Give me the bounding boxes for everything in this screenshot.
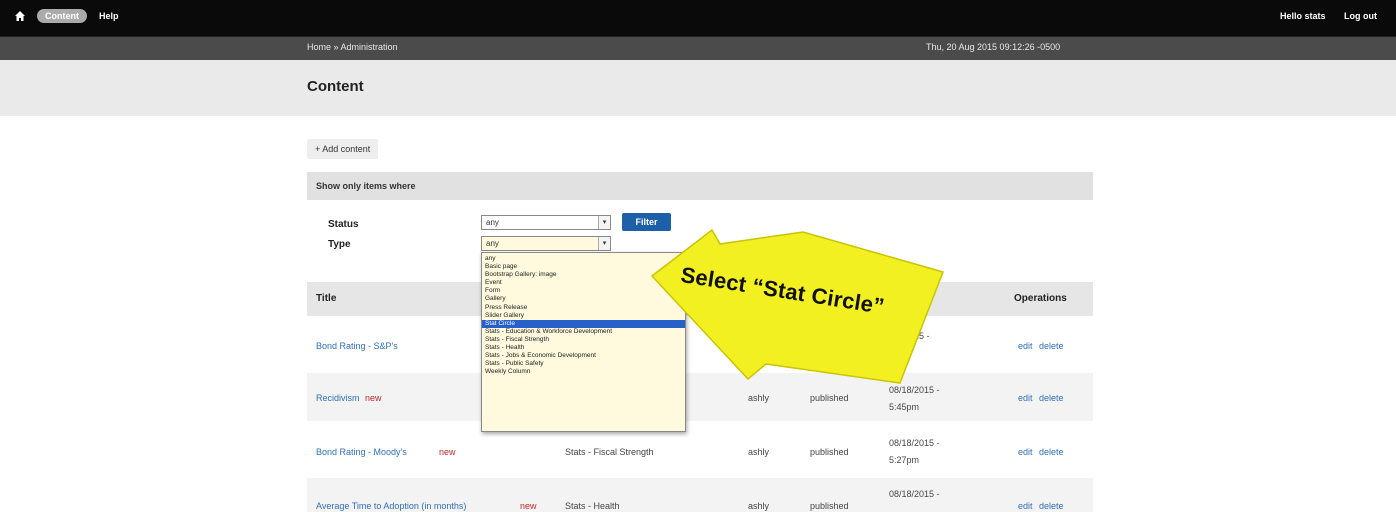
table-row: Bond Rating - S&P's 2015 - m edit delete (307, 322, 1093, 370)
new-badge: new (439, 447, 456, 457)
type-option[interactable]: Weekly Column (482, 368, 685, 376)
home-icon[interactable] (14, 10, 26, 22)
delete-link[interactable]: delete (1039, 447, 1064, 457)
type-label: Type (328, 239, 351, 250)
row-updated-time: 5:27pm (889, 455, 920, 465)
edit-link[interactable]: edit (1018, 393, 1033, 403)
page-header: Content (0, 60, 1396, 116)
status-label: Status (328, 219, 359, 230)
type-option[interactable]: Slider Gallery (482, 312, 685, 320)
breadcrumb-bar: Home » Administration Thu, 20 Aug 2015 0… (0, 36, 1396, 60)
page-title: Content (307, 78, 364, 95)
type-option[interactable]: Stats - Public Safety (482, 360, 685, 368)
add-content-button[interactable]: + Add content (307, 139, 379, 159)
row-author[interactable]: ashly (748, 447, 769, 457)
toolbar-item-content[interactable]: Content (37, 9, 87, 23)
column-operations: Operations (1014, 293, 1067, 304)
type-option[interactable]: any (482, 255, 685, 263)
status-select[interactable]: any ▾ (481, 215, 611, 230)
user-greeting-link[interactable]: Hello stats (1280, 9, 1326, 23)
delete-link[interactable]: delete (1039, 393, 1064, 403)
type-option[interactable]: Bootstrap Gallery: image (482, 271, 685, 279)
row-author[interactable]: ashly (748, 501, 769, 511)
type-option[interactable]: Stats - Education & Workforce Developmen… (482, 328, 685, 336)
row-title-link[interactable]: Bond Rating - S&P's (316, 341, 398, 351)
row-updated: 08/18/2015 - (889, 385, 940, 395)
edit-link[interactable]: edit (1018, 341, 1033, 351)
filter-heading: Show only items where (307, 172, 1093, 200)
table-row: Bond Rating - Moody's new Stats - Fiscal… (307, 427, 1093, 475)
type-option[interactable]: Press Release (482, 304, 685, 312)
breadcrumb[interactable]: Home » Administration (307, 42, 398, 52)
type-select-value: any (486, 239, 499, 248)
row-status: published (810, 501, 849, 511)
row-updated: 2015 - (904, 331, 930, 341)
table-row: Recidivism new ashly published 08/18/201… (307, 373, 1093, 421)
edit-link[interactable]: edit (1018, 447, 1033, 457)
column-updated[interactable]: Updated (893, 293, 933, 304)
row-status: published (810, 393, 849, 403)
row-updated-time: 5:45pm (889, 402, 920, 412)
table-row: Average Time to Adoption (in months) new… (307, 478, 1093, 512)
row-status: published (810, 447, 849, 457)
row-author[interactable]: ashly (748, 393, 769, 403)
type-option[interactable]: Form (482, 287, 685, 295)
toolbar-item-help[interactable]: Help (99, 9, 119, 23)
column-title[interactable]: Title (316, 293, 336, 304)
current-datetime: Thu, 20 Aug 2015 09:12:26 -0500 (926, 42, 1061, 52)
row-type: Stats - Health (565, 501, 620, 511)
row-updated: 08/18/2015 - (889, 489, 940, 499)
type-option[interactable]: Basic page (482, 263, 685, 271)
row-title-link[interactable]: Bond Rating - Moody's (316, 447, 407, 457)
delete-link[interactable]: delete (1039, 341, 1064, 351)
status-select-value: any (486, 218, 499, 227)
new-badge: new (365, 393, 382, 403)
type-option-selected[interactable]: Stat Circle (482, 319, 685, 328)
type-dropdown-list[interactable]: any Basic page Bootstrap Gallery: image … (481, 252, 686, 432)
type-option[interactable]: Gallery (482, 295, 685, 303)
row-title-link[interactable]: Recidivism (316, 393, 360, 403)
type-option[interactable]: Event (482, 279, 685, 287)
row-updated-time: m (904, 349, 912, 359)
new-badge: new (520, 501, 537, 511)
admin-toolbar: Content Help Hello stats Log out (0, 0, 1396, 36)
type-option[interactable]: Stats - Jobs & Economic Development (482, 352, 685, 360)
row-title-link[interactable]: Average Time to Adoption (in months) (316, 501, 466, 511)
type-option[interactable]: Stats - Health (482, 344, 685, 352)
type-select[interactable]: any ▾ (481, 236, 611, 251)
type-option[interactable]: Stats - Fiscal Strength (482, 336, 685, 344)
row-type: Stats - Fiscal Strength (565, 447, 654, 457)
logout-link[interactable]: Log out (1344, 9, 1377, 23)
chevron-down-icon: ▾ (598, 237, 610, 250)
edit-link[interactable]: edit (1018, 501, 1033, 511)
filter-button[interactable]: Filter (622, 213, 671, 231)
delete-link[interactable]: delete (1039, 501, 1064, 511)
row-updated: 08/18/2015 - (889, 438, 940, 448)
chevron-down-icon: ▾ (598, 216, 610, 229)
